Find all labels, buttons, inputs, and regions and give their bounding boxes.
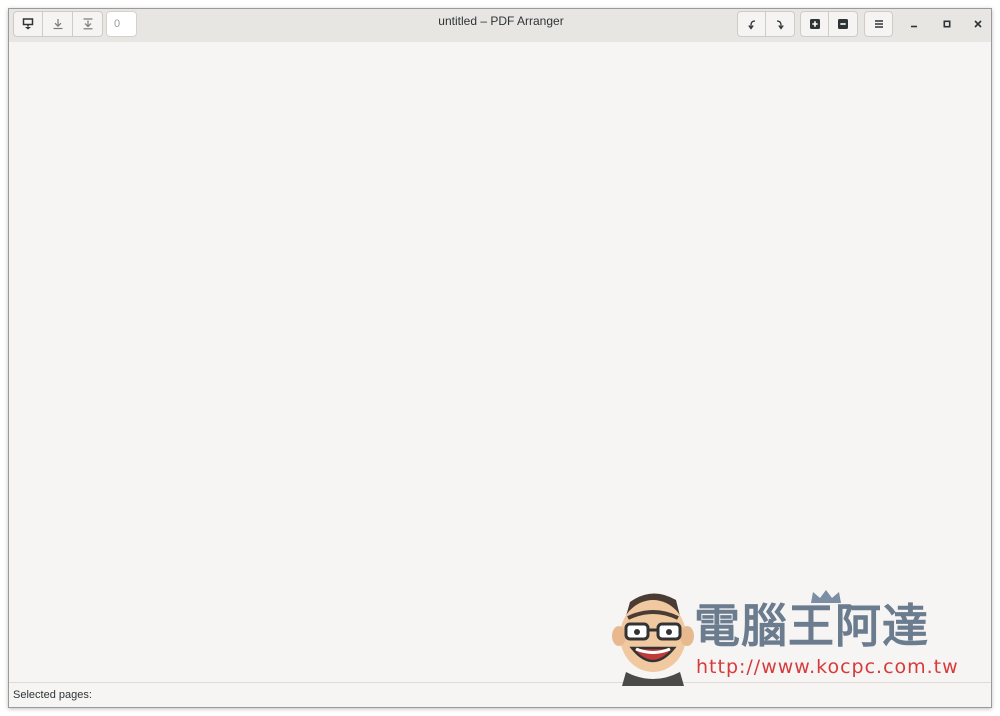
- save-icon: [52, 18, 64, 30]
- save-as-icon: [82, 18, 94, 30]
- rotate-button-group: [737, 11, 795, 37]
- zoom-in-icon: [809, 18, 821, 30]
- hamburger-menu-icon: [873, 18, 885, 30]
- zoom-out-icon: [837, 18, 849, 30]
- zoom-button-group: [800, 11, 858, 37]
- minimize-button[interactable]: [901, 12, 927, 36]
- header-bar: 0 untitled – PDF Arranger: [9, 9, 991, 43]
- file-button-group: [13, 11, 103, 37]
- zoom-out-button[interactable]: [829, 11, 858, 37]
- import-icon: [22, 18, 34, 30]
- selected-pages-label: Selected pages:: [13, 689, 92, 701]
- zoom-level-field[interactable]: 0: [106, 11, 137, 37]
- rotate-left-icon: [746, 18, 758, 30]
- rotate-left-button[interactable]: [737, 11, 766, 37]
- maximize-icon: [942, 19, 952, 29]
- main-menu-button[interactable]: [864, 11, 893, 37]
- watermark: 電腦王阿達 http://www.kocpc.com.tw: [606, 586, 959, 686]
- save-as-button[interactable]: [73, 11, 103, 37]
- save-button[interactable]: [43, 11, 73, 37]
- window-title: untitled – PDF Arranger: [438, 14, 564, 28]
- mascot-logo: [612, 593, 694, 686]
- close-icon: [973, 19, 983, 29]
- watermark-url: http://www.kocpc.com.tw: [696, 656, 959, 678]
- maximize-button[interactable]: [934, 12, 960, 36]
- rotate-right-icon: [774, 18, 786, 30]
- zoom-in-button[interactable]: [800, 11, 829, 37]
- close-button[interactable]: [965, 12, 991, 36]
- import-button[interactable]: [13, 11, 43, 37]
- minimize-icon: [909, 19, 919, 29]
- watermark-title: 電腦王阿達: [694, 599, 929, 653]
- rotate-right-button[interactable]: [766, 11, 795, 37]
